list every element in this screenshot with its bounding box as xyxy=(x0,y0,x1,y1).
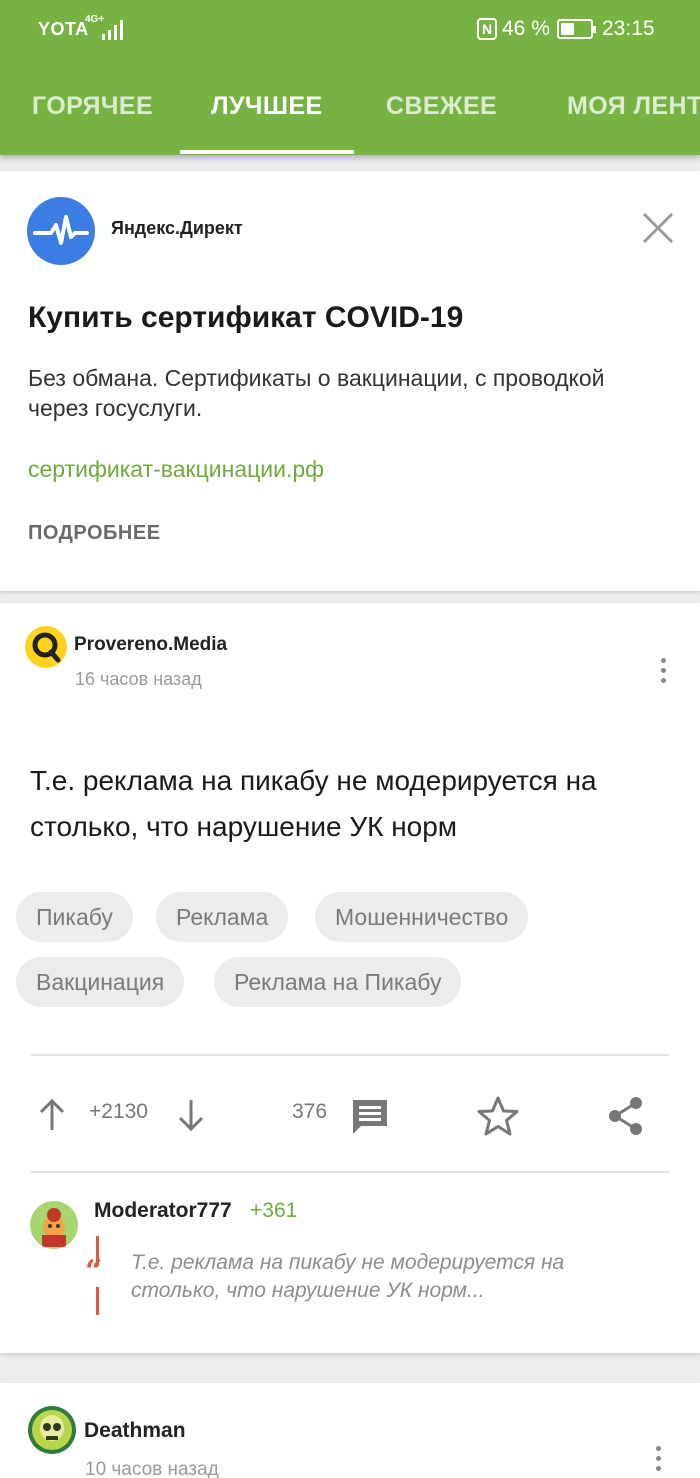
tag-pikabu-ads[interactable]: Реклама на Пикабу xyxy=(214,957,462,1007)
ad-link[interactable]: сертификат-вакцинации.рф xyxy=(28,456,324,483)
post-rating: +2130 xyxy=(89,1100,148,1123)
commenter-name[interactable]: Moderator777 xyxy=(94,1199,232,1223)
post-card: Provereno.Media 16 часов назад Т.е. рекл… xyxy=(0,603,700,1353)
carrier-name: YOTA xyxy=(38,19,89,39)
post-time: 16 часов назад xyxy=(75,669,202,689)
ad-title: Купить сертификат COVID-19 xyxy=(28,301,464,334)
battery-icon xyxy=(557,19,596,39)
next-author-avatar[interactable] xyxy=(28,1406,76,1454)
feed-tabs: ГОРЯЧЕЕ ЛУЧШЕЕ СВЕЖЕЕ МОЯ ЛЕНТА xyxy=(0,80,700,155)
commenter-avatar[interactable] xyxy=(30,1201,78,1249)
tag-advertising[interactable]: Реклама xyxy=(156,892,289,942)
author-name[interactable]: Provereno.Media xyxy=(74,634,227,656)
close-icon[interactable] xyxy=(641,211,675,245)
comments-count[interactable]: 376 xyxy=(292,1100,327,1124)
tag-vaccination[interactable]: Вакцинация xyxy=(16,957,185,1007)
active-tab-indicator xyxy=(180,150,354,154)
tab-my-feed[interactable]: МОЯ ЛЕНТА xyxy=(567,92,700,121)
divider xyxy=(31,1054,669,1056)
ad-more-button[interactable]: ПОДРОБНЕЕ xyxy=(28,522,161,545)
comment-icon[interactable] xyxy=(349,1096,391,1143)
tag-pikabu[interactable]: Пикабу xyxy=(16,892,133,942)
next-post-card: Deathman 10 часов назад xyxy=(0,1383,700,1478)
tab-hot[interactable]: ГОРЯЧЕЕ xyxy=(32,92,153,121)
quote-bar xyxy=(96,1287,99,1315)
ad-source: Яндекс.Директ xyxy=(111,218,243,238)
next-post-time: 10 часов назад xyxy=(85,1459,219,1478)
tag-fraud[interactable]: Мошенничество xyxy=(315,892,529,942)
nfc-icon: N xyxy=(477,18,497,40)
more-options-icon[interactable] xyxy=(652,655,676,687)
ad-description: Без обмана. Сертификаты о вакцинации, с … xyxy=(28,365,605,421)
comment-quote[interactable]: Т.е. реклама на пикабу не модерируется н… xyxy=(131,1249,631,1305)
battery-percent: 46 % xyxy=(502,17,550,40)
tab-fresh[interactable]: СВЕЖЕЕ xyxy=(386,92,497,121)
next-author-name[interactable]: Deathman xyxy=(84,1419,186,1443)
post-actions: +2130 376 xyxy=(0,1068,700,1158)
upvote-icon[interactable] xyxy=(38,1098,66,1137)
post-text[interactable]: Т.е. реклама на пикабу не модерируется н… xyxy=(30,758,680,850)
ad-card[interactable]: Яндекс.Директ Купить сертификат COVID-19… xyxy=(0,171,700,591)
signal-icon xyxy=(100,18,126,40)
tab-best[interactable]: ЛУЧШЕЕ xyxy=(211,92,323,121)
app-header: YOTA 4G+ N 46 % 23:15 ГОРЯЧЕЕ ЛУЧШЕЕ СВЕ… xyxy=(0,0,700,155)
clock: 23:15 xyxy=(602,17,655,40)
downvote-icon[interactable] xyxy=(177,1098,205,1137)
more-options-icon[interactable] xyxy=(647,1443,671,1475)
star-icon[interactable] xyxy=(476,1095,520,1142)
author-avatar[interactable] xyxy=(25,626,67,668)
pulse-icon xyxy=(27,197,95,265)
status-bar: YOTA 4G+ N 46 % 23:15 xyxy=(0,0,700,60)
comment-rating: +361 xyxy=(250,1199,298,1222)
share-icon[interactable] xyxy=(606,1095,646,1142)
divider xyxy=(31,1171,669,1173)
quote-icon: “ xyxy=(85,1254,103,1289)
